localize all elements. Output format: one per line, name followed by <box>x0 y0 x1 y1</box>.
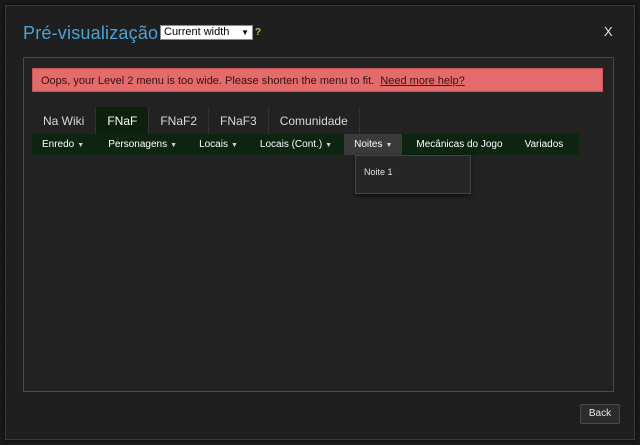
tab-fnaf3[interactable]: FNaF3 <box>209 107 269 134</box>
alert-help-link[interactable]: Need more help? <box>380 75 464 87</box>
dropdown-item-noite-1[interactable]: Noite 1 <box>364 167 393 177</box>
menu-item-label: Noites <box>354 139 383 150</box>
menu-item-label: Variados <box>524 139 564 150</box>
tab-fnaf[interactable]: FNaF <box>96 107 150 134</box>
preview-modal: Pré-visualização Current width ▼ ? X Oop… <box>5 5 635 440</box>
menu-item-label: Personagens <box>108 139 168 150</box>
tab-na-wiki[interactable]: Na Wiki <box>32 107 97 134</box>
modal-header: Pré-visualização Current width ▼ ? X <box>6 6 634 58</box>
tab-comunidade[interactable]: Comunidade <box>269 107 360 134</box>
tab-fnaf2[interactable]: FNaF2 <box>149 107 210 134</box>
width-select-value: Current width <box>164 26 230 38</box>
menu-item-variados[interactable]: Variados <box>515 134 574 155</box>
close-button[interactable]: X <box>604 24 613 39</box>
menu-item-locais[interactable]: Locais ▼ <box>189 134 248 155</box>
menu-item-personagens[interactable]: Personagens ▼ <box>98 134 187 155</box>
caret-down-icon: ▼ <box>170 142 178 149</box>
help-icon[interactable]: ? <box>255 27 261 38</box>
caret-down-icon: ▼ <box>230 142 238 149</box>
width-select[interactable]: Current width ▼ <box>160 25 253 40</box>
menu-item-locais-cont[interactable]: Locais (Cont.) ▼ <box>250 134 342 155</box>
dropdown-arrow-icon: ▼ <box>241 28 249 37</box>
caret-down-icon: ▼ <box>325 142 333 149</box>
menu-item-label: Mecânicas do Jogo <box>416 139 503 150</box>
modal-title: Pré-visualização <box>23 23 159 43</box>
menu-item-noites[interactable]: Noites ▼ <box>344 134 403 155</box>
menu-item-enredo[interactable]: Enredo ▼ <box>32 134 94 155</box>
level2-menubar: Enredo ▼ Personagens ▼ Locais ▼ Locais (Con… <box>32 134 579 155</box>
menu-item-label: Locais <box>199 139 228 150</box>
noites-dropdown: Noite 1 <box>355 155 471 194</box>
menu-item-mecanicas[interactable]: Mecânicas do Jogo <box>406 134 512 155</box>
alert-message: Oops, your Level 2 menu is too wide. Ple… <box>41 75 375 87</box>
caret-down-icon: ▼ <box>77 142 85 149</box>
menu-item-label: Locais (Cont.) <box>259 139 323 150</box>
wiki-tabs: Na Wiki FNaF FNaF2 FNaF3 Comunidade <box>32 107 360 134</box>
caret-down-icon: ▼ <box>385 142 393 149</box>
menu-item-label: Enredo <box>42 139 75 150</box>
error-alert: Oops, your Level 2 menu is too wide. Ple… <box>32 68 603 92</box>
back-button[interactable]: Back <box>580 404 620 424</box>
preview-content: Oops, your Level 2 menu is too wide. Ple… <box>23 57 614 392</box>
